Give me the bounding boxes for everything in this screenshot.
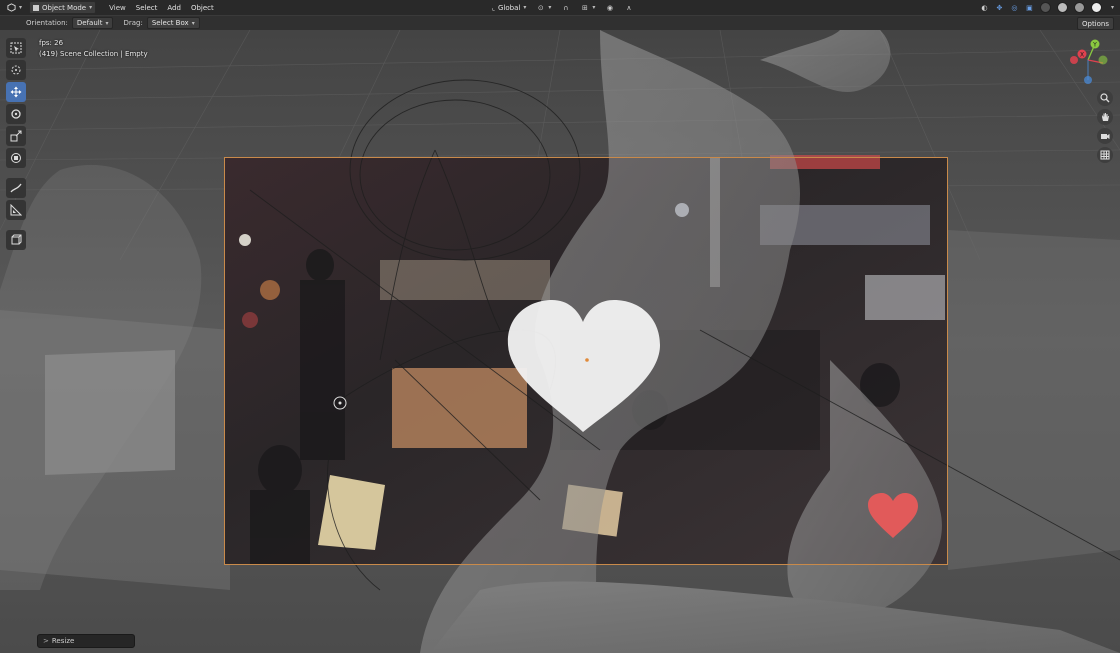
add-cube-tool[interactable] [6,230,26,250]
options-button[interactable]: Options [1076,17,1114,30]
wireframe-shading-icon[interactable] [1039,2,1051,13]
visibility-icon[interactable]: ◐ [980,3,989,12]
zoom-icon [1100,93,1110,103]
hand-pan-icon [1102,113,1109,121]
pivot-point-button[interactable]: ⊙ ▾ [533,2,554,13]
3d-viewport[interactable] [0,29,1120,653]
scale-tool[interactable] [6,126,26,146]
measure-icon [10,204,22,216]
object-mode-icon [33,4,40,11]
transform-orientation-label: Global [498,3,521,12]
options-label: Options [1081,19,1109,28]
transform-tool[interactable] [6,148,26,168]
measure-tool[interactable] [6,200,26,220]
pivot-icon: ⊙ [537,3,544,12]
snap-increment-icon: ⊞ [581,3,588,12]
cursor-tool[interactable] [6,60,26,80]
gizmo-y-neg[interactable] [1098,55,1108,65]
gizmo-y-label: Y [1092,42,1097,49]
chevron-down-icon: ▾ [548,4,552,11]
grid-ortho-icon [1100,150,1110,160]
navigation-buttons [1097,90,1113,163]
cursor-icon [11,65,21,75]
select-box-icon [10,42,22,54]
cube-icon [7,3,16,12]
scene-collection-readout: (419) Scene Collection | Empty [39,50,148,58]
rendered-shading-icon[interactable] [1090,2,1102,13]
camera-view-button[interactable] [1097,128,1113,144]
rotate-tool[interactable] [6,104,26,124]
scale-icon [10,130,22,142]
zoom-button[interactable] [1097,90,1113,106]
annotate-tool[interactable] [6,178,26,198]
gizmo-x-neg[interactable] [1070,56,1078,64]
chevron-down-icon[interactable]: ▾ [1111,4,1114,11]
xray-toggle-icon[interactable]: ▣ [1025,3,1034,12]
falloff-curve-icon: ∧ [626,3,632,12]
snap-toggle[interactable]: ∩ [558,2,573,13]
pan-button[interactable] [1097,109,1113,125]
gizmo-x-label: X [1080,52,1084,59]
proportional-icon: ◉ [606,3,613,12]
last-operator-panel[interactable]: > Resize [37,634,135,648]
magnet-icon: ∩ [563,3,569,12]
chevron-down-icon: ▾ [89,4,93,11]
editor-type-button[interactable]: ▾ [4,2,25,13]
chevron-down-icon: ▾ [523,4,527,11]
transform-icon [11,153,21,163]
menu-add[interactable]: Add [164,2,184,13]
rotate-icon [11,109,21,119]
header-center-controls: ⌞ Global ▾ ⊙ ▾ ∩ ⊞ ▾ ◉ ∧ [482,2,636,13]
viewport-info-overlay: fps: 26 (419) Scene Collection | Empty [39,38,148,60]
proportional-edit-toggle[interactable]: ◉ [602,2,617,13]
transform-orientation-dropdown[interactable]: ⌞ Global ▾ [486,2,529,13]
gizmo-z-neg[interactable] [1084,76,1092,84]
material-shading-icon[interactable] [1073,2,1085,13]
chevron-down-icon: ▾ [105,19,109,27]
chevron-down-icon: ▾ [19,4,23,11]
menu-select[interactable]: Select [133,2,161,13]
header-right-controls: ◐ ✥ ◎ ▣ ▾ [980,2,1114,13]
expand-arrow-icon: > [43,637,49,645]
fps-readout: fps: 26 [39,39,64,47]
move-icon [10,86,22,98]
drag-value: Select Box [151,19,189,27]
falloff-dropdown[interactable]: ∧ [621,2,636,13]
add-cube-icon [11,234,22,245]
orientation-dropdown[interactable]: Default ▾ [71,17,114,29]
chevron-down-icon: ▾ [592,4,596,11]
gizmo-toggle-icon[interactable]: ✥ [995,3,1004,12]
toolbar-separator [6,170,28,176]
chevron-down-icon: ▾ [191,19,195,27]
move-tool[interactable] [6,82,26,102]
camera-view-icon [1101,134,1110,139]
blender-window: ▾ Object Mode ▾ View Select Add Object ⌞… [0,0,1120,653]
last-operator-label: Resize [51,637,75,645]
menu-object[interactable]: Object [188,2,217,13]
orientation-label: Orientation: [26,19,68,27]
overlays-toggle-icon[interactable]: ◎ [1010,3,1019,12]
orientation-value: Default [76,19,103,27]
mode-dropdown[interactable]: Object Mode ▾ [29,1,97,14]
viewport-canvas [0,29,1120,653]
drag-dropdown[interactable]: Select Box ▾ [146,17,200,29]
left-toolbar [6,38,28,250]
navigation-gizmo[interactable]: Y X Z [1066,38,1110,84]
mode-label: Object Mode [42,3,87,12]
axes-icon: ⌞ [491,3,496,12]
solid-shading-icon[interactable] [1056,2,1068,13]
drag-label: Drag: [123,19,143,27]
select-box-tool[interactable] [6,38,26,58]
ortho-toggle-button[interactable] [1097,147,1113,163]
tool-settings-bar: Orientation: Default ▾ Drag: Select Box … [0,16,1120,30]
annotate-icon [10,183,22,193]
snap-target-dropdown[interactable]: ⊞ ▾ [577,2,598,13]
viewport-header: ▾ Object Mode ▾ View Select Add Object ⌞… [0,0,1120,15]
toolbar-separator [6,222,28,228]
menu-view[interactable]: View [106,2,129,13]
